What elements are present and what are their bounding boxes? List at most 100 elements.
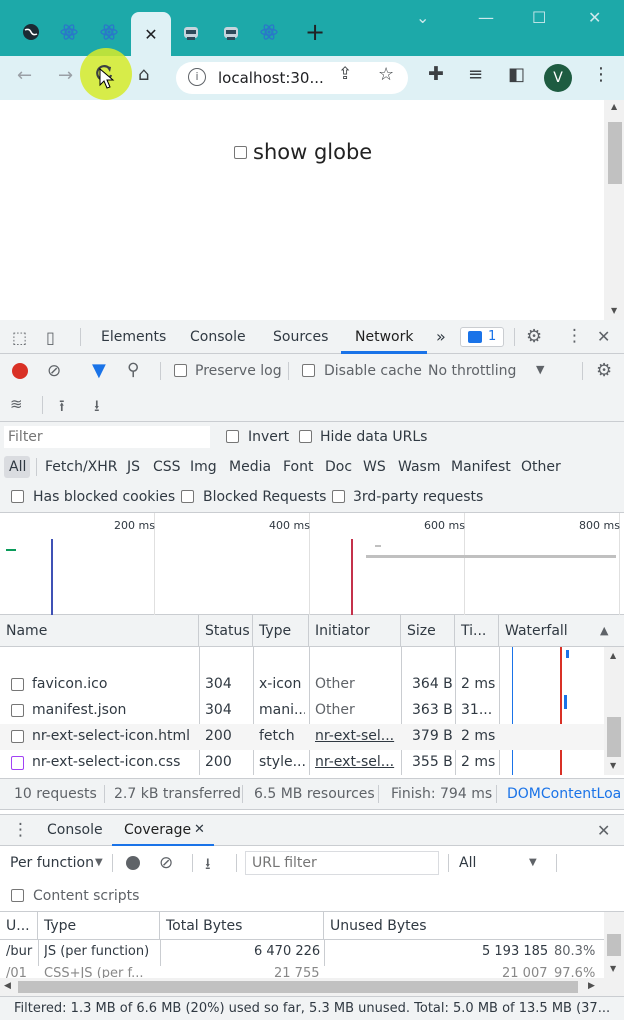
invert-checkbox[interactable] [226,430,239,443]
tab-console[interactable]: Console [190,329,246,345]
url-filter-input[interactable] [245,851,439,875]
table-row[interactable]: /bur JS (per function) 6 470 226 5 193 1… [0,940,604,966]
type-filter-manifest[interactable]: Manifest [451,459,511,475]
type-filter-all[interactable]: All [9,459,26,475]
type-filter-wasm[interactable]: Wasm [398,459,440,475]
avatar[interactable]: V [544,64,572,92]
settings-gear-icon[interactable]: ⚙ [526,326,542,347]
close-tab-icon[interactable]: ✕ [144,25,157,44]
type-filter-js[interactable]: JS [127,459,140,475]
tab-active[interactable]: ✕ [131,12,171,56]
filter-funnel-icon[interactable]: ▼ [92,360,106,381]
scrollbar-thumb[interactable] [18,981,578,993]
import-har-icon[interactable]: ⭱ [59,395,65,422]
preserve-log-checkbox[interactable] [174,364,187,377]
export-har-icon[interactable]: ⭳ [94,395,100,422]
drawer-tab-coverage[interactable]: Coverage [124,822,191,838]
scroll-up-arrow-icon[interactable]: ▲ [611,102,617,111]
filter-input[interactable] [4,426,210,448]
star-icon[interactable]: ☆ [378,64,394,85]
home-icon[interactable]: ⌂ [138,64,149,85]
content-scripts-checkbox[interactable] [11,889,24,902]
table-row[interactable]: favicon.ico 304 x-icon Other 364 B 2 ms [0,672,604,698]
column-header-type[interactable]: Type [38,912,160,940]
scrollbar-thumb[interactable] [607,934,621,956]
device-toolbar-icon[interactable]: ▯ [46,328,55,347]
scroll-down-arrow-icon[interactable]: ▼ [610,761,616,770]
table-row[interactable]: manifest.json 304 mani... Other 363 B 31… [0,698,604,724]
tab-react-2[interactable] [90,12,128,52]
column-header-status[interactable]: Status [199,615,253,647]
tab-network[interactable]: Network [355,329,413,345]
show-globe-checkbox[interactable]: show globe [234,140,372,164]
close-coverage-tab-icon[interactable]: ✕ [194,822,205,837]
info-icon[interactable]: i [188,68,206,86]
chevron-down-icon[interactable]: ▼ [529,857,537,868]
scrollbar-thumb[interactable] [607,717,621,757]
column-header-url[interactable]: U... [0,912,38,940]
type-filter-img[interactable]: Img [190,459,217,475]
column-header-time[interactable]: Ti... [455,615,499,647]
new-tab-button[interactable]: + [296,12,334,52]
record-icon[interactable] [12,363,28,379]
column-header-type[interactable]: Type [253,615,309,647]
window-close-icon[interactable]: ✕ [588,8,601,27]
sort-ascending-icon[interactable]: ▲ [600,624,608,637]
coverage-type-select[interactable]: All [459,855,476,871]
drawer-tab-console[interactable]: Console [47,822,103,838]
start-instrumenting-icon[interactable] [126,856,140,870]
network-overview-timeline[interactable]: 200 ms 400 ms 600 ms 800 ms [0,513,624,615]
coverage-horizontal-scrollbar[interactable]: ◀ ▶ [0,978,624,996]
scrollbar-thumb[interactable] [608,122,622,184]
close-devtools-icon[interactable]: ✕ [597,327,610,346]
table-scrollbar[interactable]: ▲ ▼ [604,647,624,775]
kebab-menu-icon[interactable]: ⋮ [592,64,610,85]
type-filter-doc[interactable]: Doc [325,459,352,475]
per-function-select[interactable]: Per function [10,855,94,871]
kebab-menu-icon[interactable]: ⋮ [566,326,583,346]
throttling-select[interactable]: No throttling [428,363,516,379]
tab-globe[interactable] [12,12,50,52]
network-conditions-wifi-icon[interactable]: ≋ [10,395,23,413]
has-blocked-cookies-checkbox[interactable] [11,490,24,503]
export-download-icon[interactable]: ⭳ [205,853,211,880]
blocked-requests-checkbox[interactable] [181,490,194,503]
column-header-unused-bytes[interactable]: Unused Bytes [324,912,624,940]
media-queue-icon[interactable]: ≡ [468,64,483,85]
chevron-down-icon[interactable]: ▼ [95,857,103,868]
tab-react-1[interactable] [50,12,88,52]
scroll-up-arrow-icon[interactable]: ▲ [610,651,616,660]
table-row[interactable]: nr-ext-select-icon.css 200 style... nr-e… [0,750,604,776]
drawer-kebab-icon[interactable]: ⋮ [12,820,29,840]
extensions-puzzle-icon[interactable]: ✚ [428,63,444,85]
tab-robot-1[interactable] [172,12,210,52]
column-header-total-bytes[interactable]: Total Bytes [160,912,324,940]
chevron-down-icon[interactable]: ⌄ [416,8,429,27]
share-icon[interactable]: ⇪ [338,64,352,84]
column-header-initiator[interactable]: Initiator [309,615,401,647]
page-scrollbar[interactable]: ▲ ▼ [604,100,624,320]
side-panel-icon[interactable]: ◧ [508,64,525,85]
inspect-element-icon[interactable]: ⬚ [12,328,27,347]
type-filter-other[interactable]: Other [521,459,561,475]
checkbox-box[interactable] [234,145,247,159]
tab-sources[interactable]: Sources [273,329,328,345]
type-filter-fetch-xhr[interactable]: Fetch/XHR [45,459,118,475]
table-row[interactable]: nr-ext-select-icon.html 200 fetch nr-ext… [0,724,604,750]
address-bar[interactable]: i localhost:30... [176,62,408,94]
column-header-size[interactable]: Size [401,615,455,647]
disable-cache-checkbox[interactable] [302,364,315,377]
scroll-down-arrow-icon[interactable]: ▼ [610,964,616,973]
column-header-name[interactable]: Name [0,615,199,647]
back-arrow-icon[interactable]: ← [17,65,32,86]
maximize-icon[interactable]: ☐ [532,8,546,27]
tab-react-3[interactable] [250,12,288,52]
clear-icon[interactable]: ⊘ [47,361,61,381]
hide-data-urls-checkbox[interactable] [299,430,312,443]
issues-badge[interactable]: 1 [460,327,504,347]
search-icon[interactable]: ⚲ [127,360,139,380]
scroll-right-arrow-icon[interactable]: ▶ [588,981,595,991]
scroll-down-arrow-icon[interactable]: ▼ [611,306,617,315]
forward-arrow-icon[interactable]: → [58,65,73,86]
table-row[interactable]: /01 CSS+JS (per f... 21 755 21 007 97.6% [0,966,604,978]
